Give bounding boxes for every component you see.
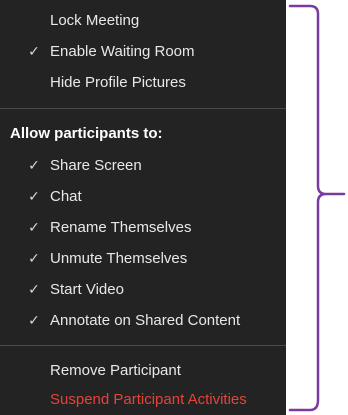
menu-item-label: Start Video <box>50 280 124 298</box>
menu-item-hide-profile-pictures[interactable]: Hide Profile Pictures <box>0 67 286 97</box>
menu-item-label: Unmute Themselves <box>50 249 188 267</box>
check-icon: ✓ <box>28 188 40 204</box>
menu-item-label: Enable Waiting Room <box>50 42 195 60</box>
check-icon: ✓ <box>28 312 40 328</box>
menu-item-label: Remove Participant <box>50 361 181 379</box>
menu-item-lock-meeting[interactable]: Lock Meeting <box>0 5 286 35</box>
menu-item-rename-themselves[interactable]: ✓ Rename Themselves <box>0 212 286 242</box>
menu-item-label: Suspend Participant Activities <box>50 390 247 408</box>
check-icon: ✓ <box>28 250 40 266</box>
menu-item-unmute-themselves[interactable]: ✓ Unmute Themselves <box>0 243 286 273</box>
menu-item-remove-participant[interactable]: Remove Participant <box>0 355 286 385</box>
menu-item-label: Rename Themselves <box>50 218 192 236</box>
security-menu: Lock Meeting ✓ Enable Waiting Room Hide … <box>0 0 286 415</box>
check-icon: ✓ <box>28 219 40 235</box>
menu-item-label: Lock Meeting <box>50 11 140 29</box>
menu-item-annotate-on-shared-content[interactable]: ✓ Annotate on Shared Content <box>0 305 286 335</box>
menu-item-label: Hide Profile Pictures <box>50 73 186 91</box>
menu-divider <box>0 108 286 109</box>
menu-item-start-video[interactable]: ✓ Start Video <box>0 274 286 304</box>
menu-divider <box>0 345 286 346</box>
menu-item-enable-waiting-room[interactable]: ✓ Enable Waiting Room <box>0 36 286 66</box>
menu-item-suspend-participant-activities[interactable]: Suspend Participant Activities <box>0 384 286 414</box>
section-header-allow-participants: Allow participants to: <box>10 125 163 142</box>
menu-item-share-screen[interactable]: ✓ Share Screen <box>0 150 286 180</box>
menu-item-chat[interactable]: ✓ Chat <box>0 181 286 211</box>
check-icon: ✓ <box>28 157 40 173</box>
menu-item-label: Share Screen <box>50 156 142 174</box>
menu-item-label: Annotate on Shared Content <box>50 311 241 329</box>
check-icon: ✓ <box>28 281 40 297</box>
annotation-brace <box>288 4 346 412</box>
check-icon: ✓ <box>28 43 40 59</box>
menu-item-label: Chat <box>50 187 82 205</box>
